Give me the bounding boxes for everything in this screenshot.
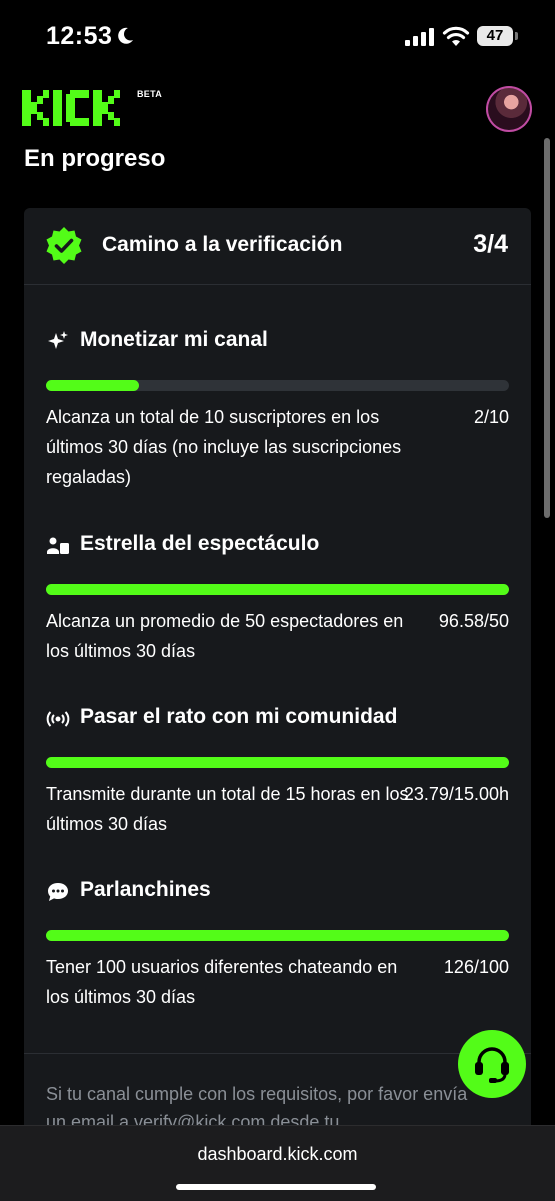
support-button[interactable] [458, 1030, 526, 1098]
kick-logo[interactable] [22, 90, 134, 126]
requirement-description: Alcanza un promedio de 50 espectadores e… [46, 611, 404, 661]
progress-bar [46, 930, 509, 941]
wifi-icon [442, 26, 470, 46]
home-indicator[interactable] [176, 1184, 376, 1190]
status-time: 12:53 [46, 22, 113, 50]
chat-icon [48, 883, 68, 901]
scrollbar[interactable] [544, 138, 550, 518]
requirement-title: Monetizar mi canal [80, 328, 268, 351]
requirement-description: Transmite durante un total de 15 horas e… [46, 784, 409, 834]
card-title: Camino a la verificación [102, 233, 343, 256]
signal-icon [405, 28, 434, 46]
battery-indicator: 47 [477, 26, 513, 46]
broadcast-icon [46, 711, 70, 727]
verified-badge-icon [46, 227, 82, 264]
requirement-value: 126/100 [443, 957, 509, 977]
requirement-description: Alcanza un total de 10 suscriptores en l… [46, 407, 402, 487]
progress-bar [46, 757, 509, 768]
requirement-title: Parlanchines [80, 878, 211, 901]
viewers-icon [47, 537, 69, 554]
progress-fill [46, 757, 509, 768]
browser-address-bar[interactable]: dashboard.kick.com [0, 1125, 555, 1201]
requirement-value: 23.79/15.00h [403, 784, 509, 804]
progress-bar [46, 584, 509, 595]
card-header: Camino a la verificación 3/4 [24, 208, 531, 285]
progress-fill [46, 930, 509, 941]
divider [24, 1053, 531, 1054]
sparkle-icon [48, 331, 68, 349]
requirement-value: 96.58/50 [438, 611, 509, 631]
moon-icon [118, 27, 133, 44]
beta-label: BETA [137, 89, 163, 99]
battery-cap [515, 32, 518, 40]
requirement-title: Estrella del espectáculo [80, 532, 320, 555]
requirement-title: Pasar el rato con mi comunidad [80, 705, 398, 728]
url-text[interactable]: dashboard.kick.com [0, 1144, 555, 1165]
progress-bar [46, 380, 509, 391]
avatar[interactable] [486, 86, 532, 132]
page-title: En progreso [24, 145, 166, 172]
progress-fill [46, 584, 509, 595]
requirement-value: 2/10 [473, 407, 509, 427]
headset-icon [475, 1047, 509, 1083]
verification-card: Camino a la verificación 3/4 Monetizar m… [24, 208, 531, 1148]
progress-count: 3/4 [473, 230, 508, 258]
progress-fill [46, 380, 139, 391]
requirement-description: Tener 100 usuarios diferentes chateando … [46, 957, 398, 1007]
status-bar: 12:53 47 [0, 0, 555, 72]
